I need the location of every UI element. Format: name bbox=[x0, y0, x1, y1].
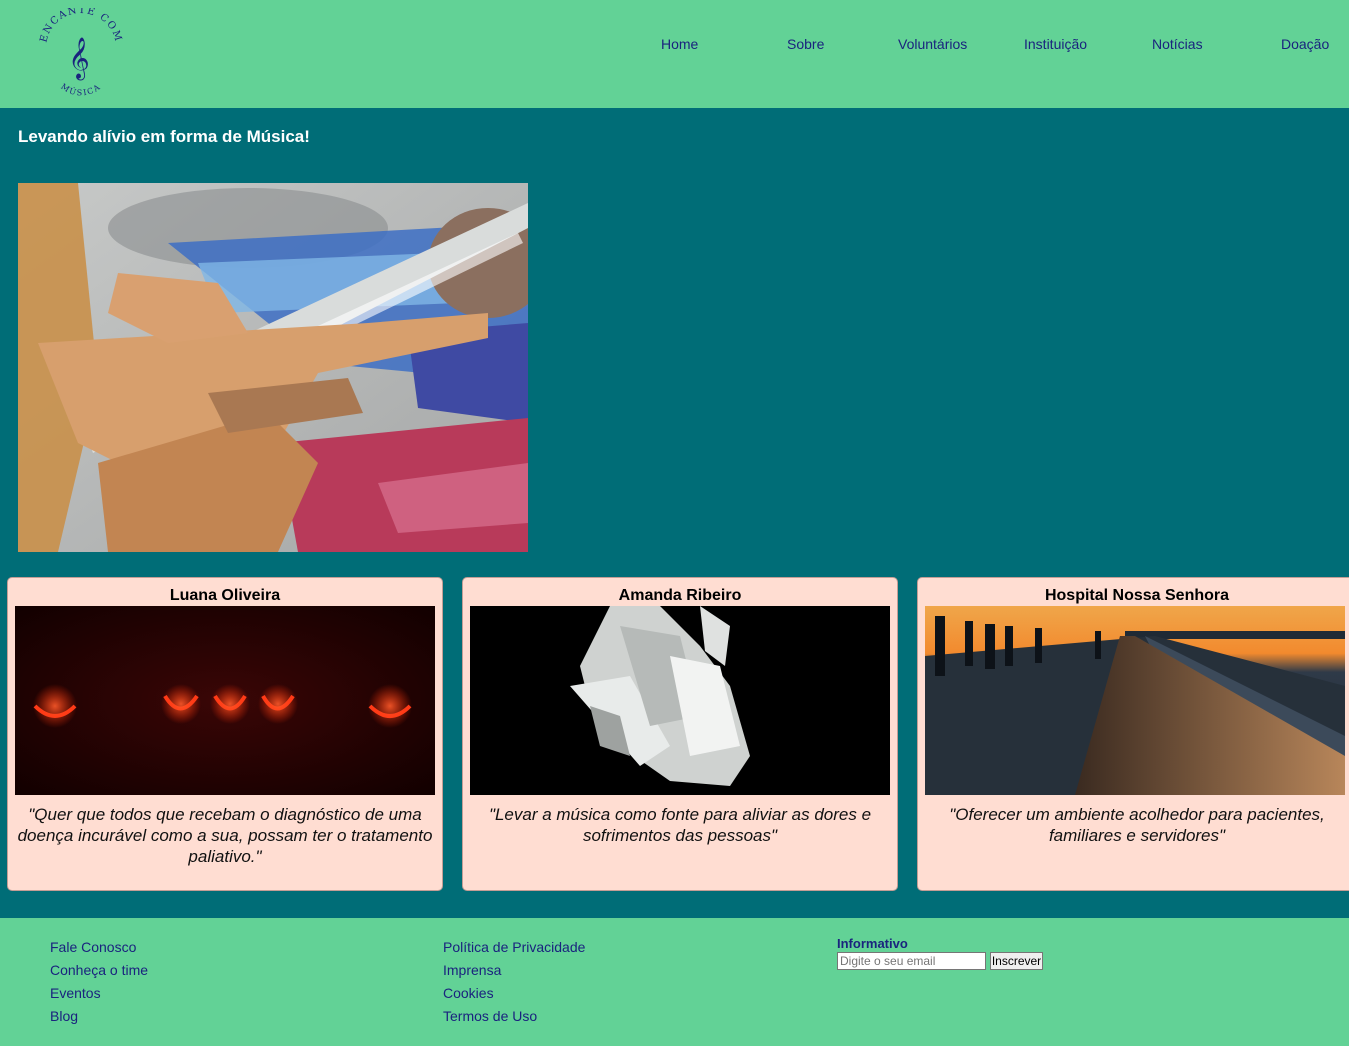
footer-link-conheca-time[interactable]: Conheça o time bbox=[50, 962, 148, 978]
card-quote: "Levar a música como fonte para aliviar … bbox=[488, 805, 872, 845]
site-header: ENCANTE COM MÚSICA 𝄞 Home Sobre Voluntár… bbox=[0, 0, 1349, 108]
nav-instituicao[interactable]: Instituição bbox=[1024, 36, 1087, 52]
footer-link-fale-conosco[interactable]: Fale Conosco bbox=[50, 939, 136, 955]
nav-noticias[interactable]: Notícias bbox=[1152, 36, 1203, 52]
card-title: Hospital Nossa Senhora bbox=[1044, 587, 1230, 604]
nav-sobre[interactable]: Sobre bbox=[787, 36, 824, 52]
card-title: Amanda Ribeiro bbox=[618, 587, 742, 604]
tagline: Levando alívio em forma de Música! bbox=[18, 127, 310, 146]
svg-text:MÚSICA: MÚSICA bbox=[59, 82, 102, 98]
card-image-pier bbox=[925, 606, 1345, 795]
footer-link-imprensa[interactable]: Imprensa bbox=[443, 962, 501, 978]
testimonial-card: Hospital Nossa Senhora "Oferecer um ambi… bbox=[917, 577, 1349, 891]
testimonial-card: Luana Oliveira "Quer que todos que receb… bbox=[7, 577, 443, 891]
site-footer: Fale Conosco Conheça o time Eventos Blog… bbox=[0, 918, 1349, 1046]
newsletter-title: Informativo bbox=[837, 936, 908, 951]
newsletter-email-input[interactable] bbox=[837, 952, 986, 970]
treble-clef-icon: 𝄞 bbox=[68, 37, 89, 80]
footer-link-eventos[interactable]: Eventos bbox=[50, 985, 101, 1001]
logo[interactable]: ENCANTE COM MÚSICA 𝄞 bbox=[34, 5, 126, 100]
nav-doacao[interactable]: Doação bbox=[1281, 36, 1329, 52]
testimonial-card: Amanda Ribeiro "Levar a música como font… bbox=[462, 577, 898, 891]
svg-text:𝄞: 𝄞 bbox=[68, 37, 89, 80]
card-quote: "Oferecer um ambiente acolhedor para pac… bbox=[949, 805, 1325, 845]
logo-text-bottom: MÚSICA bbox=[59, 82, 101, 98]
footer-link-cookies[interactable]: Cookies bbox=[443, 985, 494, 1001]
card-image-red-lights bbox=[15, 606, 435, 795]
footer-link-privacidade[interactable]: Política de Privacidade bbox=[443, 939, 585, 955]
hero-image bbox=[18, 183, 528, 552]
card-image-crystal bbox=[470, 606, 890, 795]
footer-link-termos[interactable]: Termos de Uso bbox=[443, 1008, 537, 1024]
footer-link-blog[interactable]: Blog bbox=[50, 1008, 78, 1024]
subscribe-button[interactable]: Inscrever bbox=[990, 952, 1043, 970]
nav-home[interactable]: Home bbox=[661, 36, 698, 52]
logo-graphic: ENCANTE COM MÚSICA 𝄞 bbox=[38, 5, 122, 98]
card-quote: "Quer que todos que recebam o diagnóstic… bbox=[17, 805, 433, 866]
nav-voluntarios[interactable]: Voluntários bbox=[898, 36, 967, 52]
card-title: Luana Oliveira bbox=[169, 587, 281, 604]
